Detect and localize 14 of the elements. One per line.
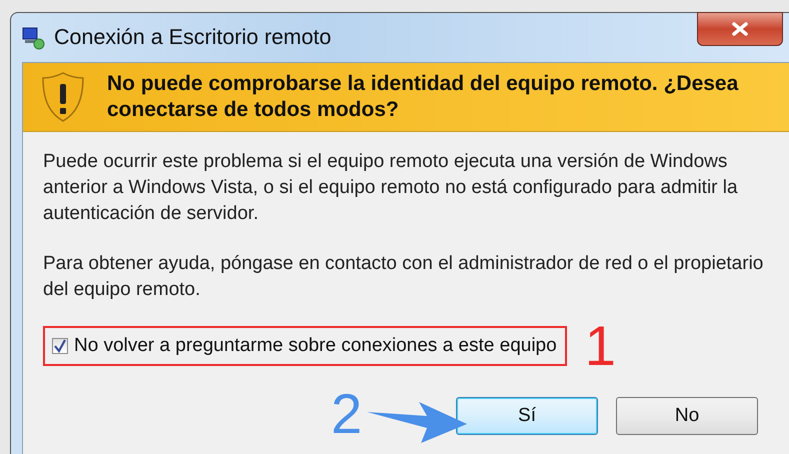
checkbox-label: No volver a preguntarme sobre conexiones a este equipo (74, 335, 557, 357)
close-button[interactable] (697, 12, 783, 46)
close-icon (731, 22, 749, 36)
message-text: Para obtener ayuda, póngase en contacto con el administrador de red o el propietario del equipo remoto. (43, 252, 764, 302)
annotation-number: 1 (584, 318, 616, 374)
warning-shield-icon (41, 71, 85, 123)
dialog-button[interactable]: No (616, 397, 758, 435)
computer-icon (22, 26, 46, 50)
annotation-number: 2 (331, 386, 362, 442)
warning-heading: No puede comprobarse la identidad del equipo remoto. ¿Desea conectarse de todos modos? (107, 71, 740, 123)
dialog-button[interactable]: Sí (456, 397, 598, 435)
window-title: Conexión a Escritorio remoto (54, 25, 332, 50)
checkbox[interactable] (52, 338, 68, 354)
message-text: Puede ocurrir este problema si el equipo remoto ejecuta una versión de Windows anterior a Windows Vista, o si el equipo remoto no está configurado para admitir la autenticación de servidor. (43, 150, 739, 226)
